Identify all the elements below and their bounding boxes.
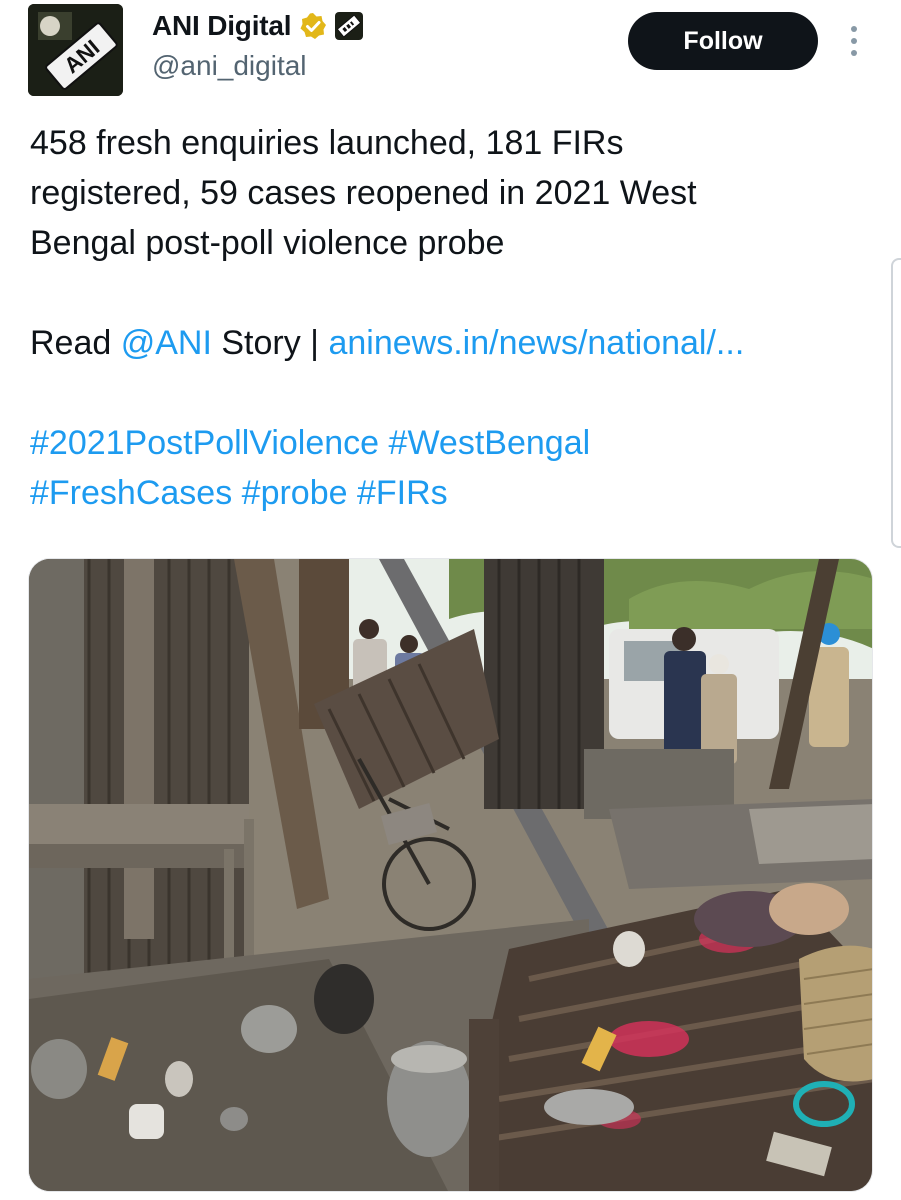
tweet-line: registered, 59 cases reopened in 2021 We… bbox=[30, 174, 697, 212]
read-story-line: Read @ANI Story | aninews.in/news/nation… bbox=[30, 318, 880, 368]
hashtag-link[interactable]: #FreshCases bbox=[30, 474, 232, 512]
follow-button[interactable]: Follow bbox=[628, 12, 818, 70]
tweet-header: ANI ANI Digital @ani_digital Follow bbox=[0, 0, 901, 110]
mention-link[interactable]: @ANI bbox=[121, 324, 212, 362]
hashtags-line: #FreshCases #probe #FIRs bbox=[30, 468, 880, 518]
tweet-line: Bengal post-poll violence probe bbox=[30, 224, 505, 262]
hashtag-link[interactable]: #probe bbox=[242, 474, 348, 512]
more-vertical-icon[interactable] bbox=[842, 22, 866, 60]
scrollbar-handle[interactable] bbox=[891, 258, 901, 548]
hashtag-link[interactable]: #2021PostPollViolence bbox=[30, 424, 379, 462]
photo-image bbox=[29, 559, 872, 1191]
handle[interactable]: @ani_digital bbox=[152, 50, 307, 82]
tweet-line: 458 fresh enquiries launched, 181 FIRs bbox=[30, 124, 624, 162]
hashtag-link[interactable]: #FIRs bbox=[357, 474, 448, 512]
story-url-link[interactable]: aninews.in/news/national/... bbox=[328, 324, 744, 362]
ani-affiliate-badge-icon[interactable] bbox=[335, 12, 364, 40]
read-prefix: Read bbox=[30, 324, 121, 362]
story-text: Story | bbox=[211, 324, 329, 362]
display-name[interactable]: ANI Digital bbox=[152, 10, 292, 42]
hashtag-link[interactable]: #WestBengal bbox=[389, 424, 591, 462]
ani-logo-icon: ANI bbox=[28, 4, 123, 96]
avatar[interactable]: ANI bbox=[28, 4, 123, 96]
tweet-body: 458 fresh enquiries launched, 181 FIRs r… bbox=[30, 118, 880, 518]
name-row: ANI Digital bbox=[152, 10, 364, 42]
verified-badge-icon bbox=[299, 12, 327, 40]
tweet-photo[interactable] bbox=[28, 558, 873, 1192]
hashtags-line: #2021PostPollViolence #WestBengal bbox=[30, 418, 880, 468]
